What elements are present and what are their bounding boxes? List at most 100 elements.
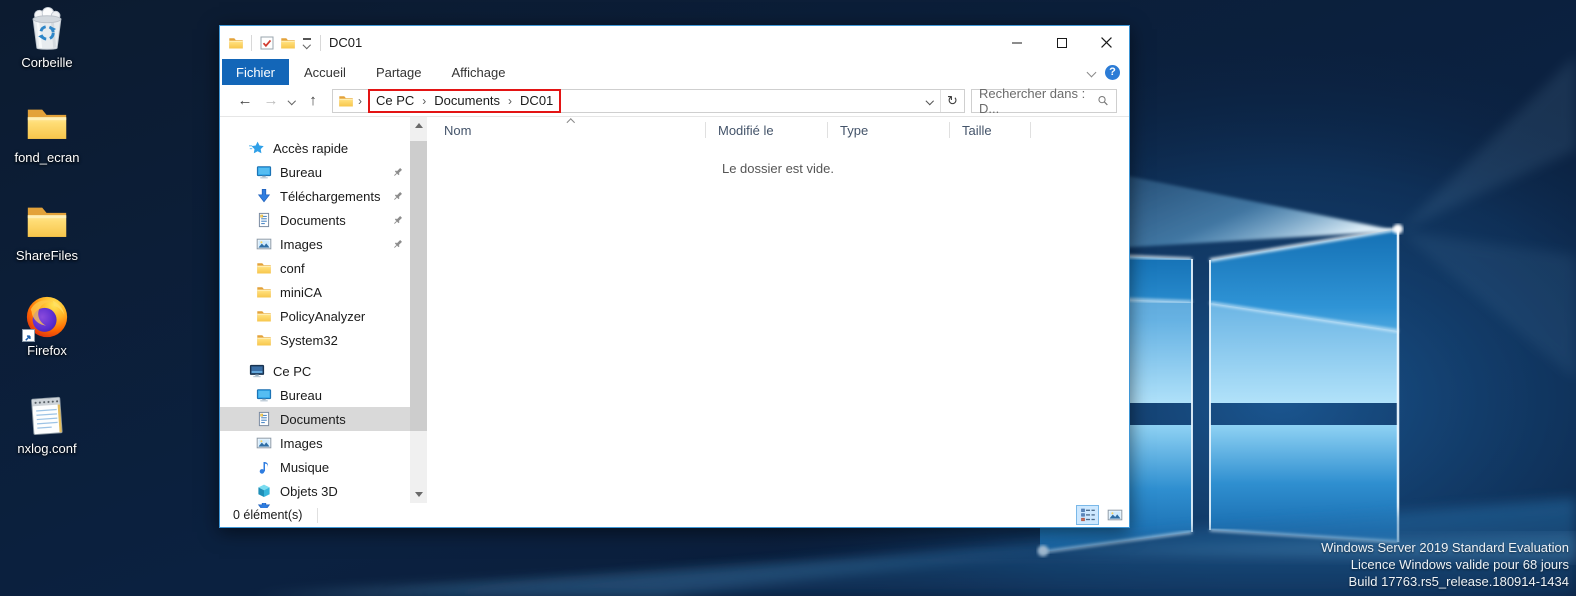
desktop-icon-fond-ecran[interactable]: fond_ecran (3, 101, 91, 165)
desktop-icon-firefox[interactable]: Firefox (3, 294, 91, 358)
address-dropdown-icon[interactable] (920, 90, 940, 112)
column-headers: Nom Modifié le Type Taille (427, 117, 1129, 143)
watermark-line: Licence Windows valide pour 68 jours (1321, 556, 1569, 573)
item-count: 0 élément(s) (233, 508, 302, 522)
tab-partage[interactable]: Partage (361, 59, 437, 85)
sort-ascending-icon (567, 119, 575, 127)
navigation-bar: ← → ↑ › Ce PC › Documents › DC01 ↻ Reche… (220, 85, 1129, 117)
column-header-taille[interactable]: Taille (950, 117, 1031, 143)
breadcrumb-documents[interactable]: Documents (430, 93, 504, 108)
sidebar-item-telechargements[interactable]: Téléchargements (220, 184, 410, 208)
explorer-window: DC01 Fichier Accueil Partage Affichage ?… (219, 25, 1130, 528)
forward-button[interactable]: → (258, 88, 284, 114)
sidebar-item-objets-3d[interactable]: Objets 3D (220, 479, 410, 503)
tab-accueil[interactable]: Accueil (289, 59, 361, 85)
folder-icon (24, 101, 70, 147)
watermark-line: Build 17763.rs5_release.180914-1434 (1321, 573, 1569, 590)
scrollbar-thumb[interactable] (410, 141, 427, 431)
desktop-icon (256, 164, 272, 180)
pin-icon (392, 167, 403, 178)
quick-access-star-icon (249, 140, 265, 156)
sidebar-section-quick-access[interactable]: Accès rapide (220, 136, 410, 160)
sidebar-item-documents-selected[interactable]: Documents (220, 407, 410, 431)
empty-folder-message: Le dossier est vide. (427, 161, 1129, 176)
desktop-icon-label: Firefox (3, 343, 91, 358)
column-header-modifie-le[interactable]: Modifié le (706, 117, 828, 143)
qat-customize-dropdown-icon[interactable] (303, 38, 311, 47)
document-icon (256, 212, 272, 228)
toolbar-separator (251, 35, 252, 51)
sidebar-item-system32[interactable]: System32 (220, 328, 410, 352)
desktop-icon-label: nxlog.conf (3, 441, 91, 456)
folder-icon (24, 199, 70, 245)
desktop-icon-label: fond_ecran (3, 150, 91, 165)
sidebar-item-images-pc[interactable]: Images (220, 431, 410, 455)
details-view-icon (1080, 507, 1096, 523)
breadcrumb-dc01[interactable]: DC01 (516, 93, 557, 108)
explorer-content: Accès rapide Bureau Téléchargements Docu… (220, 117, 1129, 503)
folder-icon (256, 284, 272, 300)
breadcrumb-separator: › (504, 94, 516, 108)
sidebar-item-bureau-pc[interactable]: Bureau (220, 383, 410, 407)
breadcrumb-separator: › (418, 94, 430, 108)
desktop-icon-label: ShareFiles (3, 248, 91, 263)
file-list-pane: Nom Modifié le Type Taille Le dossier es… (427, 117, 1129, 503)
address-folder-icon (338, 93, 354, 109)
music-icon (256, 459, 272, 475)
sidebar-scrollbar[interactable] (410, 117, 427, 503)
minimize-button[interactable] (994, 26, 1039, 59)
breadcrumb-annotation-box: Ce PC › Documents › DC01 (368, 89, 561, 113)
address-bar[interactable]: › Ce PC › Documents › DC01 ↻ (332, 89, 965, 113)
maximize-button[interactable] (1039, 26, 1084, 59)
computer-icon (249, 363, 265, 379)
tab-affichage[interactable]: Affichage (436, 59, 520, 85)
status-separator (317, 508, 318, 523)
breadcrumb-separator: › (354, 94, 366, 108)
downloads-icon (256, 188, 272, 204)
title-bar[interactable]: DC01 (220, 26, 1129, 59)
breadcrumb-ce-pc[interactable]: Ce PC (372, 93, 418, 108)
status-bar: 0 élément(s) (220, 503, 1129, 527)
sidebar-item-policyanalyzer[interactable]: PolicyAnalyzer (220, 304, 410, 328)
toolbar-separator (320, 35, 321, 51)
images-icon (256, 236, 272, 252)
quick-access-toolbar (220, 35, 323, 51)
notepad-icon (24, 392, 70, 438)
firefox-icon (24, 294, 70, 340)
desktop-icon-nxlog-conf[interactable]: nxlog.conf (3, 392, 91, 456)
desktop-icon-sharefiles[interactable]: ShareFiles (3, 199, 91, 263)
folder-icon (256, 332, 272, 348)
sidebar-item-images-qa[interactable]: Images (220, 232, 410, 256)
refresh-button[interactable]: ↻ (940, 90, 964, 112)
scrollbar-down-arrow[interactable] (410, 486, 427, 503)
window-folder-icon (228, 35, 244, 51)
back-button[interactable]: ← (232, 88, 258, 114)
help-button[interactable]: ? (1105, 65, 1120, 80)
sidebar-section-ce-pc[interactable]: Ce PC (220, 359, 410, 383)
sidebar-item-bureau[interactable]: Bureau (220, 160, 410, 184)
sidebar-item-minica[interactable]: miniCA (220, 280, 410, 304)
column-header-type[interactable]: Type (828, 117, 950, 143)
desktop-icon-corbeille[interactable]: Corbeille (3, 6, 91, 70)
scrollbar-up-arrow[interactable] (410, 117, 427, 134)
qat-new-folder-icon[interactable] (280, 35, 296, 51)
up-button[interactable]: ↑ (300, 88, 326, 114)
ribbon-tabs: Fichier Accueil Partage Affichage ? (220, 59, 1129, 85)
ribbon-expand-icon[interactable] (1087, 67, 1097, 77)
close-button[interactable] (1084, 26, 1129, 59)
recent-locations-dropdown-icon[interactable] (284, 98, 300, 104)
pin-icon (392, 215, 403, 226)
sidebar-item-documents-qa[interactable]: Documents (220, 208, 410, 232)
thumbnail-view-icon (1107, 507, 1123, 523)
qat-properties-check-icon[interactable] (259, 35, 275, 51)
sidebar-item-conf[interactable]: conf (220, 256, 410, 280)
folder-icon (256, 260, 272, 276)
search-input[interactable]: Rechercher dans : D... (971, 89, 1117, 113)
thumbnail-view-button[interactable] (1103, 505, 1126, 525)
sidebar-item-musique[interactable]: Musique (220, 455, 410, 479)
details-view-button[interactable] (1076, 505, 1099, 525)
search-placeholder: Rechercher dans : D... (979, 86, 1097, 116)
tab-fichier[interactable]: Fichier (222, 59, 289, 85)
folder-icon (256, 308, 272, 324)
column-header-nom[interactable]: Nom (427, 117, 706, 143)
